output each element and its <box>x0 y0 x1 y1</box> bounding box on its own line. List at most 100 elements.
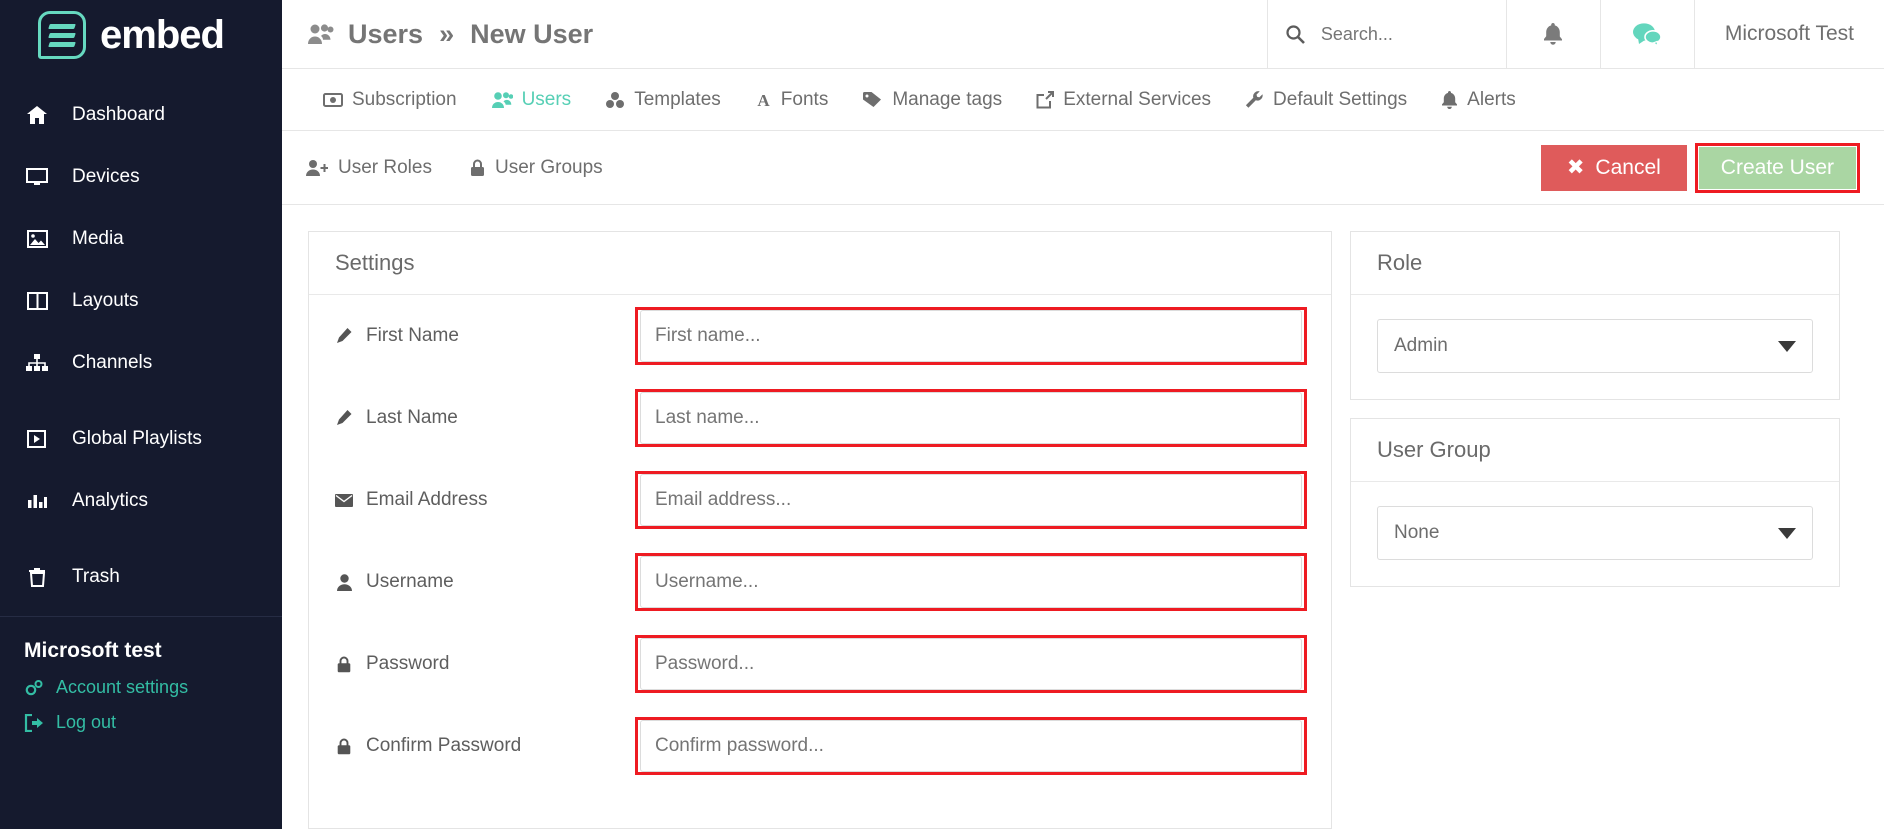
notifications-button[interactable] <box>1507 0 1601 68</box>
users-icon <box>491 91 513 109</box>
cubes-icon <box>605 91 625 109</box>
cogs-icon <box>24 679 44 697</box>
form-row-password: Password <box>309 623 1331 705</box>
user-plus-icon <box>306 159 328 177</box>
account-block: Microsoft test Account settings Log out <box>0 617 282 747</box>
desktop-icon <box>24 168 50 186</box>
chevron-down-icon <box>1778 340 1796 352</box>
tab-label: Manage tags <box>892 88 1003 110</box>
sidebar-label: Devices <box>72 166 140 187</box>
confirm-password-input-box[interactable] <box>640 720 1302 772</box>
tab-label: Alerts <box>1467 88 1516 110</box>
sidebar-item-layouts[interactable]: Layouts <box>0 270 282 332</box>
confirm-password-highlight <box>635 717 1307 775</box>
money-icon <box>323 92 343 107</box>
tab-subscription[interactable]: Subscription <box>306 89 474 111</box>
subnav-user-groups[interactable]: User Groups <box>470 157 641 179</box>
account-settings-label: Account settings <box>56 677 189 697</box>
field-label: Password <box>366 653 450 674</box>
user-menu[interactable]: Microsoft Test <box>1695 0 1884 68</box>
trash-icon <box>24 567 50 587</box>
role-title: Role <box>1377 250 1423 275</box>
comments-icon <box>1632 22 1663 46</box>
tab-manage-tags[interactable]: Manage tags <box>845 89 1019 111</box>
username-highlight <box>635 553 1307 611</box>
role-panel-header: Role <box>1351 232 1839 295</box>
top-bar: Users » New User Search... Microsoft Tes… <box>282 0 1884 69</box>
email-input[interactable] <box>655 489 1287 511</box>
play-box-icon <box>24 430 50 448</box>
last-name-label-group: Last Name <box>335 407 635 429</box>
username-input-box[interactable] <box>640 556 1302 608</box>
sidebar-label: Layouts <box>72 290 139 311</box>
pencil-icon <box>335 328 353 344</box>
last-name-highlight <box>635 389 1307 447</box>
user-group-selected-value: None <box>1394 522 1440 543</box>
subnav-user-roles[interactable]: User Roles <box>306 157 470 179</box>
image-icon <box>24 230 50 248</box>
tab-label: Subscription <box>352 88 457 110</box>
form-row-email: Email Address <box>309 459 1331 541</box>
subnav-label: User Roles <box>338 156 432 178</box>
tab-fonts[interactable]: A Fonts <box>738 89 846 111</box>
username-input[interactable] <box>655 571 1287 593</box>
bar-chart-icon <box>24 492 50 510</box>
logout-link[interactable]: Log out <box>24 712 282 733</box>
close-icon: ✖ <box>1566 156 1585 179</box>
user-group-panel-header: User Group <box>1351 419 1839 482</box>
account-name: Microsoft test <box>24 639 162 662</box>
create-user-button[interactable]: Create User <box>1698 146 1856 189</box>
account-settings-link[interactable]: Account settings <box>24 677 282 698</box>
sidebar-item-media[interactable]: Media <box>0 208 282 270</box>
tab-default-settings[interactable]: Default Settings <box>1228 89 1424 111</box>
last-name-input[interactable] <box>655 407 1287 429</box>
cancel-label: Cancel <box>1595 155 1661 179</box>
password-input-box[interactable] <box>640 638 1302 690</box>
envelope-icon <box>335 493 353 507</box>
tab-external-services[interactable]: External Services <box>1019 89 1228 111</box>
user-group-select[interactable]: None <box>1377 506 1813 560</box>
field-label: Username <box>366 571 454 592</box>
role-select[interactable]: Admin <box>1377 319 1813 373</box>
first-name-input[interactable] <box>655 325 1287 347</box>
logout-label: Log out <box>56 712 117 732</box>
first-name-input-box[interactable] <box>640 310 1302 362</box>
sidebar-item-channels[interactable]: Channels <box>0 332 282 394</box>
chevron-down-icon <box>1778 527 1796 539</box>
tab-alerts[interactable]: Alerts <box>1424 89 1533 111</box>
field-label: Confirm Password <box>366 735 522 756</box>
tab-label: Fonts <box>780 88 829 110</box>
sidebar-item-analytics[interactable]: Analytics <box>0 470 282 532</box>
sidebar-item-dashboard[interactable]: Dashboard <box>0 84 282 146</box>
email-input-box[interactable] <box>640 474 1302 526</box>
tab-users[interactable]: Users <box>474 89 589 111</box>
confirm-password-input[interactable] <box>655 735 1287 757</box>
sidebar-label: Global Playlists <box>72 428 202 449</box>
search-input[interactable] <box>1320 23 1471 45</box>
user-icon <box>335 573 353 591</box>
confirm-password-label-group: Confirm Password <box>335 735 635 757</box>
main-area: Users » New User Search... Microsoft Tes… <box>282 0 1884 829</box>
search-container[interactable] <box>1266 0 1507 68</box>
messages-button[interactable] <box>1601 0 1695 68</box>
sidebar-item-trash[interactable]: Trash <box>0 546 282 608</box>
home-icon <box>24 106 50 124</box>
password-highlight <box>635 635 1307 693</box>
brand-logo[interactable]: embed <box>0 0 282 70</box>
breadcrumb-parent[interactable]: Users <box>348 19 423 50</box>
password-input[interactable] <box>655 653 1287 675</box>
settings-panel-header: Settings <box>309 232 1331 295</box>
role-select-wrap: Admin <box>1351 295 1839 399</box>
sidebar-item-global-playlists[interactable]: Global Playlists <box>0 408 282 470</box>
sidebar-item-devices[interactable]: Devices <box>0 146 282 208</box>
first-name-label-group: First Name <box>335 325 635 347</box>
lock-icon <box>335 656 353 673</box>
last-name-input-box[interactable] <box>640 392 1302 444</box>
bell-icon <box>1543 23 1563 45</box>
field-label: Email Address <box>366 489 488 510</box>
cancel-button[interactable]: ✖ Cancel <box>1540 144 1687 191</box>
search-icon <box>1286 24 1305 44</box>
tab-templates[interactable]: Templates <box>588 89 738 111</box>
svg-text:A: A <box>757 91 770 108</box>
